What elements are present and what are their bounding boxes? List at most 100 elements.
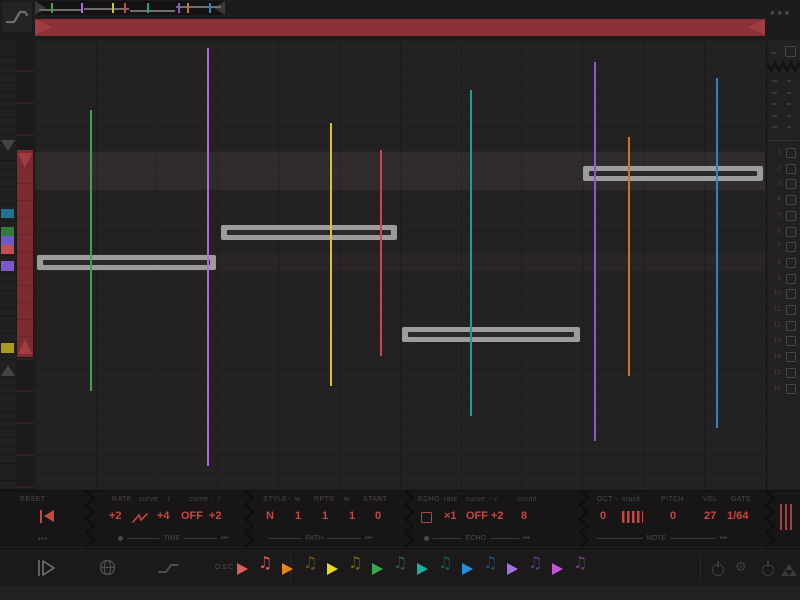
- voice-play-button[interactable]: [417, 563, 428, 575]
- voice-note-icon[interactable]: ♫: [483, 555, 497, 571]
- app-logo[interactable]: [2, 2, 32, 32]
- voice-play-button[interactable]: [327, 563, 338, 575]
- globe-icon[interactable]: [99, 559, 116, 576]
- slot-checkbox[interactable]: [786, 336, 796, 347]
- pattern-minimap[interactable]: [35, 1, 225, 15]
- slot-checkbox[interactable]: [786, 148, 796, 158]
- voice-note-icon[interactable]: ♫: [573, 555, 587, 571]
- gate-value[interactable]: 1/64: [727, 510, 748, 522]
- voice-play-button[interactable]: [282, 563, 293, 575]
- pitch-range-selector[interactable]: [17, 150, 33, 357]
- slot-checkbox[interactable]: [786, 383, 796, 394]
- time-curve1-value[interactable]: +4: [157, 510, 170, 522]
- scroll-up-indicator-icon[interactable]: [1, 140, 15, 151]
- header-menu-button[interactable]: •••: [770, 6, 792, 20]
- voice-play-button[interactable]: [237, 563, 248, 575]
- time-curve2-off-value[interactable]: OFF: [181, 510, 203, 522]
- slot-checkbox[interactable]: [786, 273, 796, 284]
- osc-label[interactable]: OSC: [215, 564, 235, 571]
- panel-grip-handle[interactable]: [780, 504, 792, 530]
- slot-checkbox[interactable]: [786, 195, 796, 206]
- playback-range-bar[interactable]: [35, 19, 765, 36]
- path-menu-button[interactable]: •••: [365, 535, 372, 542]
- slot-checkbox[interactable]: [786, 305, 796, 315]
- power-button[interactable]: [712, 564, 724, 576]
- range-bottom-handle-icon[interactable]: [18, 339, 32, 354]
- voice-note-icon[interactable]: ♫: [258, 555, 272, 571]
- slot-checkbox[interactable]: [786, 289, 796, 300]
- power-button-2[interactable]: [762, 564, 774, 576]
- slot-checkbox[interactable]: [785, 46, 796, 57]
- note-bar[interactable]: [37, 255, 216, 270]
- echo-curve-off-value[interactable]: OFF: [466, 510, 488, 522]
- pitch-line[interactable]: [330, 123, 332, 386]
- gear-icon[interactable]: ⚙: [735, 560, 747, 575]
- step-grid[interactable]: [35, 40, 765, 490]
- range-end-arrow-icon[interactable]: [748, 19, 765, 35]
- note-bar[interactable]: [221, 225, 397, 240]
- echo-curve-r-value[interactable]: +2: [491, 510, 504, 522]
- minimap-right-handle[interactable]: [214, 1, 225, 15]
- note-bar[interactable]: [583, 166, 763, 181]
- voice-note-icon[interactable]: ♫: [303, 555, 317, 571]
- minimap-left-handle[interactable]: [35, 1, 46, 15]
- slot-checkbox[interactable]: [786, 352, 796, 363]
- echo-menu-button[interactable]: •••: [523, 535, 530, 542]
- range-top-handle-icon[interactable]: [18, 153, 32, 168]
- time-curve2-r-value[interactable]: +2: [209, 510, 222, 522]
- pitch-line[interactable]: [470, 90, 472, 416]
- vel-value[interactable]: 27: [704, 510, 716, 522]
- voice-play-button[interactable]: [372, 563, 383, 575]
- triangle-cluster-icon[interactable]: [781, 564, 797, 576]
- curve-mode-icon[interactable]: [157, 561, 181, 575]
- rate-value[interactable]: +2: [109, 510, 122, 522]
- start-value[interactable]: 0: [375, 510, 381, 522]
- pitch-value[interactable]: 0: [670, 510, 676, 522]
- voice-play-button[interactable]: [462, 563, 473, 575]
- voice-play-button[interactable]: [552, 563, 563, 575]
- time-menu-button[interactable]: •••: [221, 535, 228, 542]
- pitch-line[interactable]: [207, 48, 209, 466]
- voice-play-button[interactable]: [507, 563, 518, 575]
- pitch-line[interactable]: [380, 150, 382, 356]
- echo-rate-value[interactable]: ×1: [444, 510, 457, 522]
- scroll-down-indicator-icon[interactable]: [1, 365, 15, 376]
- time-knob-icon[interactable]: [118, 536, 123, 541]
- echo-knob-icon[interactable]: [424, 536, 429, 541]
- slot-number: 2: [777, 164, 781, 172]
- path-value-1[interactable]: 1: [295, 510, 301, 522]
- range-start-arrow-icon[interactable]: [35, 19, 52, 35]
- slot-checkbox[interactable]: [786, 242, 796, 253]
- voice-note-icon[interactable]: ♫: [438, 555, 452, 571]
- time-curve-icon[interactable]: [132, 511, 150, 525]
- slot-checkbox[interactable]: [786, 163, 796, 174]
- slot-checkbox[interactable]: [786, 210, 796, 221]
- echo-enable-checkbox[interactable]: [421, 512, 432, 523]
- keyboard-strip[interactable]: [0, 40, 16, 490]
- slot-checkbox[interactable]: [786, 179, 796, 190]
- reset-label: RESET: [20, 496, 46, 503]
- stack-icon[interactable]: [622, 511, 643, 523]
- voice-note-icon[interactable]: ♫: [393, 555, 407, 571]
- path-value-3[interactable]: 1: [349, 510, 355, 522]
- pitch-line[interactable]: [90, 110, 92, 391]
- style-value[interactable]: N: [266, 510, 274, 522]
- slot-checkbox[interactable]: [786, 257, 796, 268]
- rpts-value[interactable]: 1: [322, 510, 328, 522]
- voice-note-icon[interactable]: ♫: [348, 555, 362, 571]
- slot-checkbox[interactable]: [786, 320, 796, 331]
- note-menu-button[interactable]: •••: [720, 535, 727, 542]
- reset-button[interactable]: [40, 510, 56, 523]
- pitch-line[interactable]: [594, 62, 596, 441]
- voice-note-icon[interactable]: ♫: [528, 555, 542, 571]
- slot-checkbox[interactable]: [786, 367, 796, 378]
- slot-checkbox[interactable]: [786, 226, 796, 237]
- echo-count-value[interactable]: 8: [521, 510, 527, 522]
- pitch-line[interactable]: [716, 78, 718, 428]
- slot-dash: [787, 126, 791, 129]
- note-bar[interactable]: [402, 327, 580, 342]
- play-button[interactable]: [36, 558, 58, 578]
- reset-menu-button[interactable]: •••: [38, 536, 48, 543]
- pitch-line[interactable]: [628, 137, 630, 376]
- oct-value[interactable]: 0: [600, 510, 606, 522]
